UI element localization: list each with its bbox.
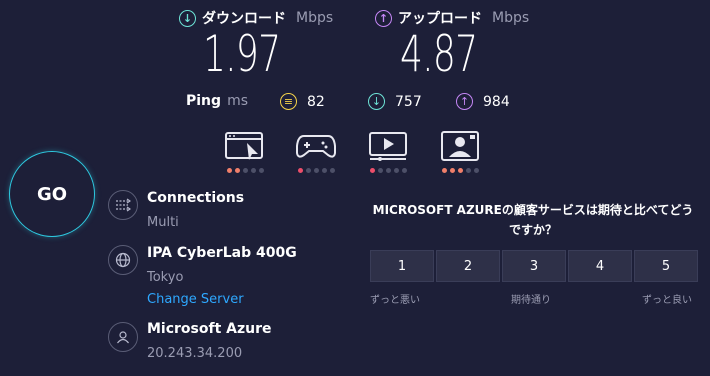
rating-dot: [401, 168, 407, 173]
rating-dot: [313, 168, 319, 173]
rating-dot: [305, 168, 311, 173]
video-call-icon: [441, 131, 479, 161]
upload-value: 4.87: [400, 25, 478, 83]
rating-button-3[interactable]: 3: [502, 250, 566, 282]
rating-dot: [321, 168, 327, 173]
rating-dot: [377, 168, 383, 173]
rating-button-2[interactable]: 2: [436, 250, 500, 282]
download-value: 1.97: [203, 25, 281, 83]
connections-title: Connections: [147, 190, 245, 206]
web-browsing-icon: [225, 132, 263, 160]
rating-dot: [226, 168, 232, 173]
connections-value[interactable]: Multi: [147, 215, 179, 230]
rating-dot: [329, 168, 335, 173]
connections-icon: [108, 190, 138, 220]
server-name: IPA CyberLab 400G: [147, 245, 297, 261]
activity-gaming: [296, 131, 336, 179]
go-button[interactable]: GO: [9, 151, 95, 237]
rating-button-4[interactable]: 4: [568, 250, 632, 282]
activity-video-call: [440, 131, 480, 179]
ping-row: Ping ms: [186, 93, 248, 109]
ping-download-value: 757: [395, 93, 422, 110]
ping-upload: ↑ 984: [456, 93, 510, 110]
video-streaming-icon: [369, 132, 407, 161]
go-button-label: GO: [36, 183, 68, 205]
activity-rating-dots: [296, 168, 336, 173]
isp-ip: 20.243.34.200: [147, 346, 243, 361]
server-location: Tokyo: [147, 270, 184, 285]
rating-button-5[interactable]: 5: [634, 250, 698, 282]
download-latency-icon: ↓: [368, 93, 385, 110]
gaming-controller-icon: [296, 135, 336, 158]
rating-dot: [393, 168, 399, 173]
rating-dot: [441, 168, 447, 173]
globe-icon: [108, 245, 138, 275]
activity-web-browsing: [225, 131, 265, 179]
isp-name: Microsoft Azure: [147, 321, 272, 337]
idle-latency-icon: ≡: [280, 93, 297, 110]
ping-upload-value: 984: [483, 93, 510, 110]
rating-label-low: ずっと悪い: [370, 295, 420, 306]
upload-arrow-icon: ↑: [375, 9, 392, 27]
ping-idle-value: 82: [307, 93, 325, 110]
download-arrow-icon: ↓: [179, 9, 196, 27]
ping-unit: ms: [227, 93, 248, 109]
ping-label: Ping: [186, 93, 222, 109]
ping-idle: ≡ 82: [280, 93, 325, 110]
ping-download: ↓ 757: [368, 93, 422, 110]
activity-rating-dots: [368, 168, 408, 173]
rating-label-high: ずっと良い: [642, 295, 692, 306]
activity-rating-dots: [440, 168, 480, 173]
rating-dot: [234, 168, 240, 173]
activity-rating-dots: [225, 168, 265, 173]
download-unit: Mbps: [296, 10, 334, 26]
rating-dot: [473, 168, 479, 173]
rating-dot: [449, 168, 455, 173]
rating-dot: [465, 168, 471, 173]
upload-unit: Mbps: [492, 10, 530, 26]
rating-button-1[interactable]: 1: [370, 250, 434, 282]
activity-video-streaming: [368, 131, 408, 179]
user-icon: [108, 322, 138, 352]
survey-question: MICROSOFT AZUREの顧客サービスは期待と比べてどうですか？: [372, 203, 694, 237]
change-server-link[interactable]: Change Server: [147, 292, 244, 307]
rating-dot: [385, 168, 391, 173]
rating-dot: [369, 168, 375, 173]
rating-label-mid: 期待通り: [511, 295, 551, 306]
rating-dot: [242, 168, 248, 173]
rating-dot: [297, 168, 303, 173]
upload-latency-icon: ↑: [456, 93, 473, 110]
rating-dot: [258, 168, 264, 173]
rating-dot: [250, 168, 256, 173]
rating-scale: 1 2 3 4 5: [370, 250, 698, 282]
rating-dot: [457, 168, 463, 173]
